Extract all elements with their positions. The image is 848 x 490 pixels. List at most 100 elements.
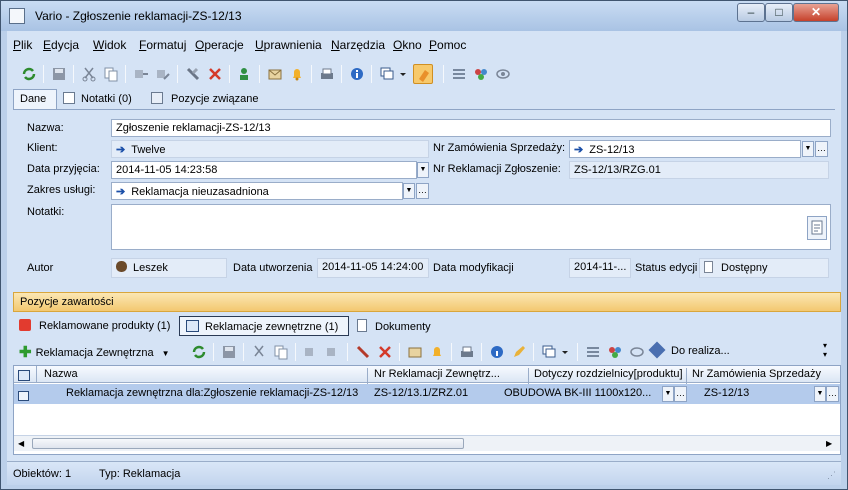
delete-icon[interactable]	[205, 64, 225, 84]
menu-operacje[interactable]: Operacje	[195, 38, 244, 52]
klient-field[interactable]: ➔ Twelve	[111, 140, 429, 158]
save-icon[interactable]	[49, 64, 69, 84]
zakres-uslugi-dropdown[interactable]: ▼	[403, 183, 415, 199]
close-button[interactable]: ✕	[793, 3, 839, 22]
delete-icon[interactable]	[375, 342, 395, 362]
tab-reklamowane-produkty[interactable]: Reklamowane produkty (1)	[19, 319, 170, 332]
main-toolbar	[11, 61, 441, 87]
save-icon[interactable]	[219, 342, 239, 362]
menu-narzedzia[interactable]: Narzędzia	[331, 38, 385, 52]
scroll-left-icon[interactable]: ◀	[18, 439, 24, 448]
mail-icon[interactable]	[265, 64, 285, 84]
menu-okno[interactable]: Okno	[393, 38, 422, 52]
notatki-field[interactable]	[111, 204, 831, 250]
data-utworzenia-label: Data utworzenia	[233, 262, 313, 274]
status-bar: Obiektów: 1 Typ: Reklamacja ⋰	[7, 461, 841, 485]
menu-plik[interactable]: Plik	[13, 38, 32, 52]
cell-nr-zamowienia-dropdown[interactable]: ▼	[814, 386, 826, 402]
chevron-down-icon[interactable]	[559, 342, 571, 362]
copy-icon[interactable]	[271, 342, 291, 362]
tab-dokumenty[interactable]: Dokumenty	[357, 319, 431, 333]
zakres-uslugi-field[interactable]: ➔ Reklamacja nieuzasadniona	[111, 182, 403, 200]
cut-icon[interactable]	[249, 342, 269, 362]
refresh-icon[interactable]	[19, 64, 39, 84]
data-modyfikacji-label: Data modyfikacji	[433, 262, 514, 274]
klient-label: Klient:	[27, 142, 58, 154]
group-icon[interactable]	[471, 64, 491, 84]
edit-icon[interactable]	[509, 342, 529, 362]
menu-formatuj[interactable]: Formatuj	[139, 38, 186, 52]
do-realizacji-button[interactable]: Do realiza...	[648, 341, 730, 359]
mail-icon[interactable]	[405, 342, 425, 362]
cell-dotyczy-dropdown[interactable]: ▼	[662, 386, 674, 402]
nazwa-label: Nazwa:	[27, 122, 64, 134]
print-icon[interactable]	[317, 64, 337, 84]
note-edit-icon[interactable]	[807, 216, 827, 240]
list-view-icon[interactable]	[583, 342, 603, 362]
record-next-icon[interactable]	[301, 342, 321, 362]
menu-pomoc[interactable]: Pomoc	[429, 38, 466, 52]
user-lock-icon[interactable]	[235, 64, 255, 84]
note-icon	[63, 92, 75, 104]
grid-header: Nazwa Nr Reklamacji Zewnętrz... Dotyczy …	[14, 366, 840, 385]
data-przyjecia-dropdown[interactable]: ▼	[417, 162, 429, 178]
refresh-icon[interactable]	[189, 342, 209, 362]
nazwa-field[interactable]: Zgłoszenie reklamacji-ZS-12/13	[111, 119, 831, 137]
bell-icon[interactable]	[287, 64, 307, 84]
group-icon[interactable]	[605, 342, 625, 362]
status-objects: Obiektów: 1	[13, 468, 72, 480]
resize-grip-icon[interactable]: ⋰	[827, 470, 836, 481]
scroll-right-icon[interactable]: ▶	[826, 439, 832, 448]
windows-icon[interactable]	[377, 64, 397, 84]
window-title: Vario - Zgłoszenie reklamacji-ZS-12/13	[35, 9, 242, 23]
add-reklamacja-button[interactable]: ✚ Reklamacja Zewnętrzna ▼	[19, 343, 170, 361]
col-nazwa[interactable]: Nazwa	[44, 368, 78, 380]
scroll-thumb[interactable]	[32, 438, 464, 449]
nr-zamowienia-ellipsis[interactable]: …	[815, 141, 828, 157]
highlight-icon[interactable]	[413, 64, 433, 84]
table-row[interactable]: Reklamacja zewnętrzna dla:Zgłoszenie rek…	[14, 384, 840, 404]
info-icon[interactable]	[347, 64, 367, 84]
tab-dane[interactable]: Dane	[13, 89, 57, 109]
list-view-icon[interactable]	[449, 64, 469, 84]
menu-widok[interactable]: Widok	[93, 38, 126, 52]
menu-uprawnienia[interactable]: Uprawnienia	[255, 38, 322, 52]
tools-icon[interactable]	[183, 64, 203, 84]
menu-edycja[interactable]: Edycja	[43, 38, 79, 52]
record-edit-icon[interactable]	[153, 64, 173, 84]
horizontal-scrollbar[interactable]: ◀ ▶	[14, 435, 840, 451]
nr-zamowienia-field[interactable]: ➔ ZS-12/13	[569, 140, 801, 158]
col-dotyczy[interactable]: Dotyczy rozdzielnicy[produktu]	[534, 368, 683, 380]
tab-pozycje-zwiazane[interactable]: Pozycje związane	[151, 92, 258, 105]
positions-toolbar: ✚ Reklamacja Zewnętrzna ▼ Do realiza... …	[11, 339, 837, 365]
print-icon[interactable]	[457, 342, 477, 362]
cell-nr-zamowienia-ellipsis[interactable]: …	[826, 386, 839, 402]
cell-dotyczy-ellipsis[interactable]: …	[674, 386, 687, 402]
menu-bar: Plik Edycja Widok Formatuj Operacje Upra…	[7, 33, 841, 55]
tab-notatki[interactable]: Notatki (0)	[63, 92, 132, 105]
maximize-button[interactable]: □	[765, 3, 793, 22]
tools-icon[interactable]	[353, 342, 373, 362]
cut-icon[interactable]	[79, 64, 99, 84]
view-icon[interactable]	[627, 342, 647, 362]
minimize-button[interactable]: –	[737, 3, 765, 22]
autor-label: Autor	[27, 262, 54, 274]
windows-icon[interactable]	[539, 342, 559, 362]
copy-icon[interactable]	[101, 64, 121, 84]
view-icon[interactable]	[493, 64, 513, 84]
info-icon[interactable]	[487, 342, 507, 362]
bell-icon[interactable]	[427, 342, 447, 362]
data-przyjecia-field[interactable]: 2014-11-05 14:23:58	[111, 161, 417, 179]
col-nr-reklamacji[interactable]: Nr Reklamacji Zewnętrz...	[374, 368, 500, 380]
record-next-icon[interactable]	[131, 64, 151, 84]
plus-icon: ✚	[19, 344, 32, 361]
col-nr-zamowienia[interactable]: Nr Zamówienia Sprzedaży	[692, 368, 821, 380]
chevron-down-icon[interactable]	[397, 64, 409, 84]
nr-zamowienia-dropdown[interactable]: ▼	[802, 141, 814, 157]
record-edit-icon[interactable]	[323, 342, 343, 362]
arrow-right-icon: ➔	[116, 186, 126, 198]
zakres-uslugi-ellipsis[interactable]: …	[416, 183, 429, 199]
status-edycji-field: Dostępny	[699, 258, 829, 278]
tab-reklamacje-zewnetrzne[interactable]: Reklamacje zewnętrzne (1)	[179, 316, 349, 336]
toolbar-overflow-icon[interactable]: ▾ ▾	[823, 341, 827, 359]
